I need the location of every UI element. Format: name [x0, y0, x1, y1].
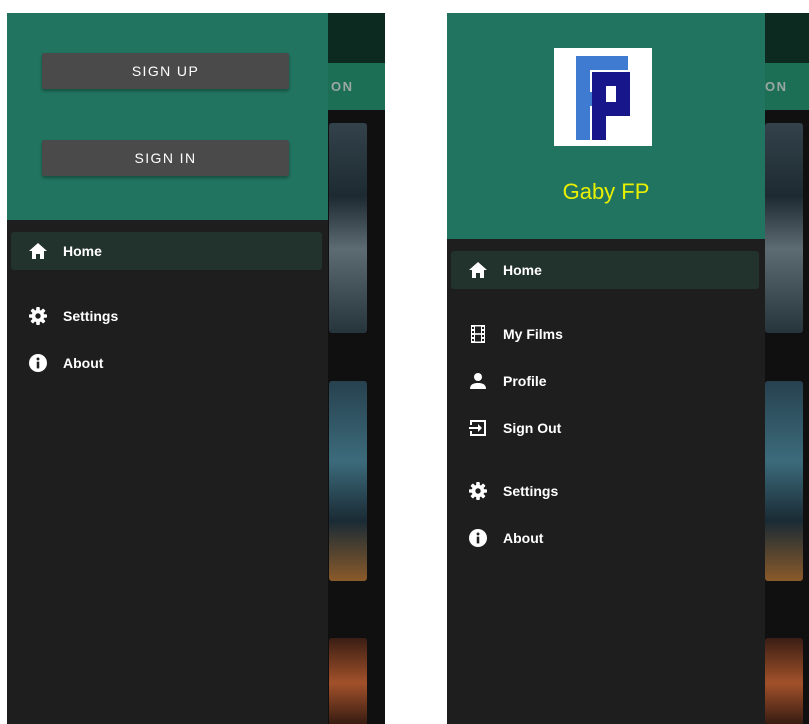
- nav-item-sign-out[interactable]: Sign Out: [451, 409, 759, 447]
- person-icon: [468, 371, 488, 391]
- nav-label-sign-out: Sign Out: [503, 420, 562, 436]
- nav-item-about[interactable]: About: [11, 344, 322, 382]
- nav-label-home: Home: [63, 243, 102, 259]
- drawer-header: SIGN UP SIGN IN: [7, 13, 328, 220]
- sign-out-icon: [468, 418, 488, 438]
- background-movie-poster[interactable]: [765, 123, 803, 333]
- background-tab-label[interactable]: ON: [331, 79, 354, 94]
- background-movie-poster[interactable]: [765, 381, 803, 581]
- home-icon: [28, 241, 48, 261]
- navigation-drawer: SIGN UP SIGN IN Home Settings About: [7, 13, 328, 724]
- background-tab-label[interactable]: ON: [765, 79, 788, 94]
- nav-item-profile[interactable]: Profile: [451, 362, 759, 400]
- logged-in-screen: ON Gaby FP Home My Films Profile Sign Ou…: [447, 13, 809, 724]
- background-movie-poster[interactable]: [765, 638, 803, 724]
- nav-label-settings: Settings: [63, 308, 119, 324]
- nav-label-about: About: [503, 530, 544, 546]
- sign-in-button[interactable]: SIGN IN: [42, 140, 289, 176]
- info-icon: [28, 353, 48, 373]
- nav-label-settings: Settings: [503, 483, 559, 499]
- sign-up-button[interactable]: SIGN UP: [42, 53, 289, 89]
- drawer-header: Gaby FP: [447, 13, 765, 239]
- nav-item-home[interactable]: Home: [451, 251, 759, 289]
- navigation-drawer: Gaby FP Home My Films Profile Sign Out S…: [447, 13, 765, 724]
- nav-label-my-films: My Films: [503, 326, 563, 342]
- info-icon: [468, 528, 488, 548]
- nav-item-my-films[interactable]: My Films: [451, 315, 759, 353]
- nav-item-about[interactable]: About: [451, 519, 759, 557]
- gear-icon: [468, 481, 488, 501]
- background-movie-poster[interactable]: [329, 638, 367, 724]
- nav-label-home: Home: [503, 262, 542, 278]
- profile-avatar-logo[interactable]: [554, 48, 652, 146]
- background-movie-poster[interactable]: [329, 123, 367, 333]
- nav-label-about: About: [63, 355, 104, 371]
- nav-item-home[interactable]: Home: [11, 232, 322, 270]
- nav-label-profile: Profile: [503, 373, 547, 389]
- home-icon: [468, 260, 488, 280]
- gear-icon: [28, 306, 48, 326]
- profile-name: Gaby FP: [562, 179, 650, 204]
- nav-item-settings[interactable]: Settings: [451, 472, 759, 510]
- film-icon: [468, 324, 488, 344]
- nav-item-settings[interactable]: Settings: [11, 297, 322, 335]
- logged-out-screen: ON SIGN UP SIGN IN Home Settings About: [7, 13, 385, 724]
- background-movie-poster[interactable]: [329, 381, 367, 581]
